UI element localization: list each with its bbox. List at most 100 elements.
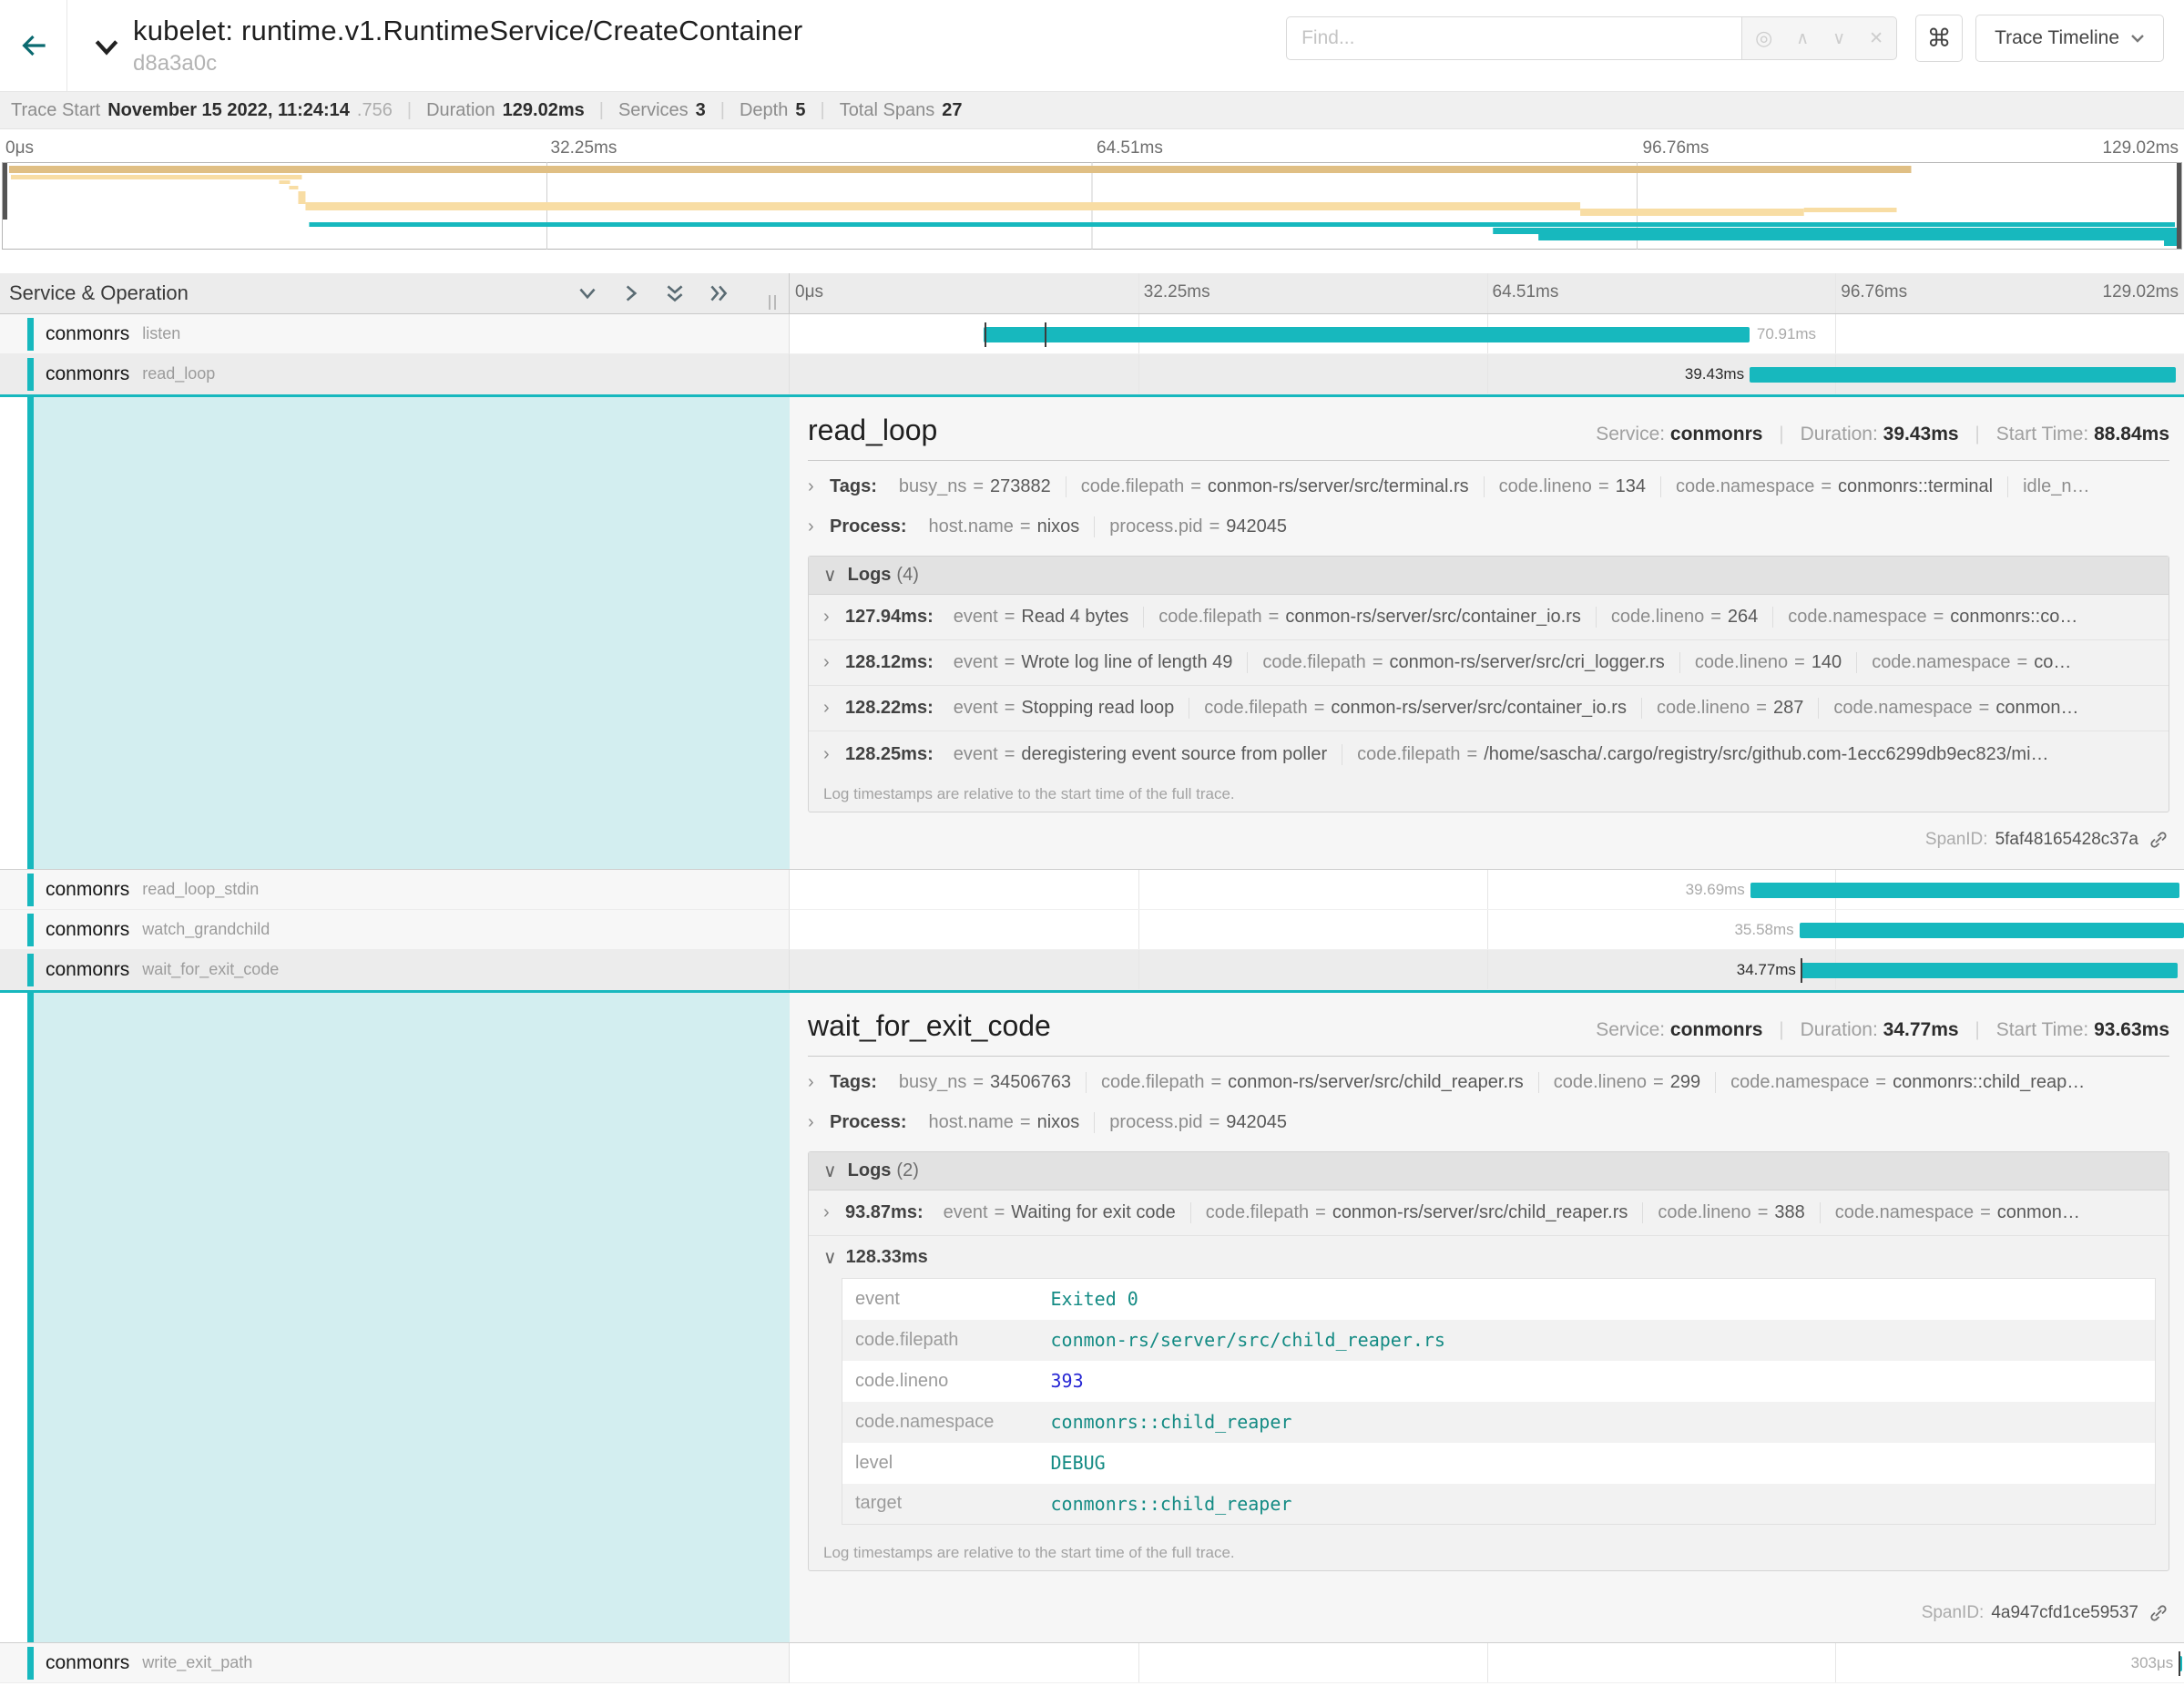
- tags-row[interactable]: › Tags: busy_ns=34506763 code.filepath=c…: [808, 1062, 2169, 1102]
- span-duration-label: 39.69ms: [1686, 881, 1745, 899]
- detail-indent-backdrop: [34, 397, 790, 869]
- span-bar[interactable]: [984, 327, 1750, 342]
- span-bar[interactable]: [1750, 367, 2176, 383]
- chevron-down-icon: ∨: [823, 1160, 837, 1182]
- operation-name: listen: [142, 324, 180, 343]
- expand-one-icon[interactable]: [619, 281, 643, 305]
- expand-all-icon[interactable]: [707, 281, 730, 305]
- depth-value: 5: [795, 100, 805, 121]
- table-row: code.namespace conmonrs::child_reaper: [842, 1402, 2156, 1443]
- process-row[interactable]: › Process: host.name=nixos process.pid=9…: [808, 1102, 2169, 1142]
- operation-name: read_loop_stdin: [142, 880, 259, 899]
- table-row: code.lineno 393: [842, 1361, 2156, 1402]
- logs-section: ∨ Logs (2) › 93.87ms: event=Waiting for …: [808, 1151, 2169, 1571]
- page-title: kubelet: runtime.v1.RuntimeService/Creat…: [133, 15, 802, 47]
- keyboard-shortcuts-button[interactable]: ⌘: [1915, 15, 1963, 62]
- span-id-value: 4a947cfd1ce59537: [1991, 1603, 2138, 1623]
- table-row: event Exited 0: [842, 1279, 2156, 1320]
- column-resize-grip[interactable]: [769, 295, 776, 310]
- log-row[interactable]: › 128.12ms: event=Wrote log line of leng…: [809, 640, 2169, 686]
- collapse-trace-header-icon[interactable]: [93, 35, 120, 63]
- log-row[interactable]: › 127.94ms: event=Read 4 bytes code.file…: [809, 595, 2169, 640]
- logs-footnote: Log timestamps are relative to the start…: [809, 1536, 2169, 1570]
- span-duration-label: 70.91ms: [1757, 325, 1816, 343]
- trace-view-label: Trace Timeline: [1995, 27, 2119, 49]
- collapse-one-icon[interactable]: [576, 281, 599, 305]
- span-detail-read-loop: read_loop Service: conmonrs | Duration: …: [0, 394, 2184, 870]
- services-label: Services: [618, 100, 689, 121]
- prev-result-icon[interactable]: ∧: [1796, 30, 1809, 47]
- log-row[interactable]: › 93.87ms: event=Waiting for exit code c…: [809, 1190, 2169, 1236]
- span-row-read-loop-stdin[interactable]: conmonrs read_loop_stdin 39.69ms: [0, 870, 2184, 910]
- next-result-icon[interactable]: ∨: [1832, 30, 1845, 47]
- service-name: conmonrs: [46, 323, 129, 345]
- span-duration-label: 303μs: [2131, 1654, 2174, 1672]
- trace-view-selector[interactable]: Trace Timeline: [1975, 15, 2164, 62]
- trace-info-bar: Trace Start November 15 2022, 11:24:14 .…: [0, 91, 2184, 129]
- chevron-right-icon: ›: [823, 744, 836, 765]
- span-color-accent: [27, 954, 34, 986]
- total-spans-label: Total Spans: [840, 100, 935, 121]
- duration-label: Duration: [426, 100, 495, 121]
- total-spans-value: 27: [942, 100, 962, 121]
- span-row-write-exit-path[interactable]: conmonrs write_exit_path 303μs: [0, 1643, 2184, 1683]
- table-row: code.filepath conmon-rs/server/src/child…: [842, 1320, 2156, 1361]
- service-name: conmonrs: [46, 959, 129, 981]
- span-color-accent: [27, 318, 34, 351]
- back-button[interactable]: [0, 0, 67, 91]
- span-color-accent: [27, 358, 34, 391]
- logs-header[interactable]: ∨ Logs (2): [809, 1152, 2169, 1190]
- span-row-read-loop[interactable]: conmonrs read_loop 39.43ms: [0, 354, 2184, 394]
- detail-meta: Service: conmonrs | Duration: 34.77ms | …: [1596, 1019, 2169, 1041]
- find-input[interactable]: [1286, 16, 1741, 60]
- table-row: target conmonrs::child_reaper: [842, 1484, 2156, 1525]
- minimap-tick-labels: 0μs 32.25ms 64.51ms 96.76ms 129.02ms: [0, 137, 2184, 162]
- span-bar[interactable]: [1800, 923, 2184, 938]
- span-bar[interactable]: [1801, 963, 2178, 978]
- service-operation-title: Service & Operation: [9, 281, 189, 305]
- depth-label: Depth: [740, 100, 788, 121]
- trace-start-frac: .756: [357, 100, 393, 121]
- span-color-accent: [27, 1647, 34, 1680]
- log-row[interactable]: › 128.22ms: event=Stopping read loop cod…: [809, 686, 2169, 731]
- span-row-listen[interactable]: conmonrs listen 70.91ms: [0, 314, 2184, 354]
- trace-minimap: 0μs 32.25ms 64.51ms 96.76ms 129.02ms: [0, 129, 2184, 273]
- locate-icon[interactable]: ◎: [1755, 28, 1772, 48]
- collapse-all-icon[interactable]: [663, 281, 687, 305]
- command-icon: ⌘: [1927, 25, 1952, 53]
- span-bar[interactable]: [1750, 883, 2179, 898]
- service-name: conmonrs: [46, 919, 129, 941]
- span-color-accent: [27, 874, 34, 906]
- chevron-right-icon: ›: [808, 1072, 821, 1093]
- span-duration-label: 39.43ms: [1685, 365, 1744, 383]
- arrow-left-icon: [16, 28, 51, 63]
- find-tools: ◎ ∧ ∨ ✕: [1741, 16, 1897, 60]
- logs-header[interactable]: ∨ Logs (4): [809, 557, 2169, 595]
- link-icon[interactable]: [2148, 829, 2169, 851]
- span-color-accent: [27, 914, 34, 946]
- minimap-canvas[interactable]: [2, 162, 2182, 251]
- expanded-log-row-header[interactable]: ∨ 128.33ms: [809, 1236, 2169, 1278]
- span-row-wait-for-exit-code[interactable]: conmonrs wait_for_exit_code 34.77ms: [0, 950, 2184, 990]
- tags-row[interactable]: › Tags: busy_ns=273882 code.filepath=con…: [808, 466, 2169, 506]
- trace-start-label: Trace Start: [11, 100, 100, 121]
- chevron-right-icon: ›: [808, 476, 821, 497]
- service-name: conmonrs: [46, 879, 129, 901]
- logs-footnote: Log timestamps are relative to the start…: [809, 777, 2169, 812]
- process-row[interactable]: › Process: host.name=nixos process.pid=9…: [808, 506, 2169, 547]
- detail-span-color-bar: [27, 993, 34, 1642]
- span-row-watch-grandchild[interactable]: conmonrs watch_grandchild 35.58ms: [0, 910, 2184, 950]
- span-duration-label: 35.58ms: [1734, 921, 1793, 939]
- table-row: level DEBUG: [842, 1443, 2156, 1484]
- detail-indent-backdrop: [34, 993, 790, 1642]
- chevron-right-icon: ›: [808, 516, 821, 537]
- link-icon[interactable]: [2148, 1602, 2169, 1624]
- span-id-value: 5faf48165428c37a: [1995, 830, 2138, 850]
- service-operation-header: Service & Operation: [0, 273, 790, 313]
- trace-title-area: kubelet: runtime.v1.RuntimeService/Creat…: [67, 0, 802, 91]
- detail-span-color-bar: [27, 397, 34, 869]
- log-row[interactable]: › 128.25ms: event=deregistering event so…: [809, 731, 2169, 777]
- log-fields-table: event Exited 0 code.filepath conmon-rs/s…: [842, 1278, 2156, 1525]
- clear-search-icon[interactable]: ✕: [1869, 30, 1883, 47]
- trace-id: d8a3a0c: [133, 51, 802, 77]
